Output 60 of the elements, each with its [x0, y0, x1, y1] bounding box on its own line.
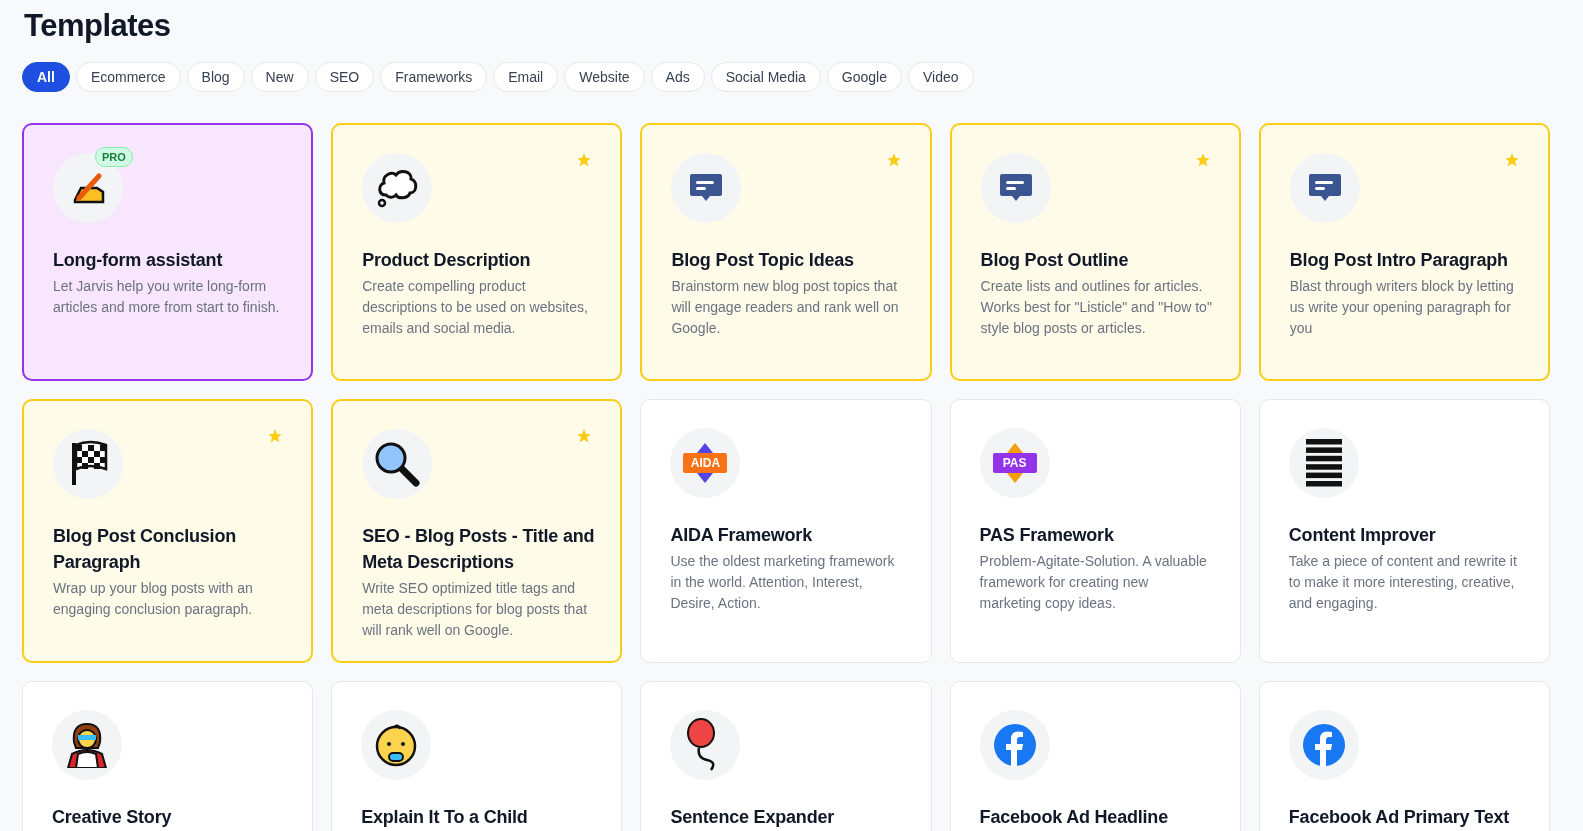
template-card[interactable]: SEO - Blog Posts - Title and Meta Descriptions Write SEO optimized title tags and meta descriptions for blog posts that will rank well on Google.	[331, 399, 623, 663]
card-title: AIDA Framework	[670, 524, 813, 547]
template-card[interactable]: Facebook Ad Primary Text	[1258, 681, 1550, 831]
magnifier-icon	[374, 441, 421, 487]
template-card[interactable]: Blog Post Conclusion Paragraph Wrap up your blog posts with an engaging conclusion paragraph.	[22, 399, 314, 663]
card-description: Create lists and outlines for articles. Works best for "Listicle" and "How to" style blog posts or articles.	[980, 277, 1213, 338]
template-card[interactable]: AIDA AIDA Framework Use the oldest marketing framework in the world. Attention, Interest, Desire, Action.	[640, 399, 932, 663]
filter-chip[interactable]: SEO	[314, 62, 375, 92]
card-title: SEO - Blog Posts - Title and Meta Descriptions	[362, 525, 596, 574]
card-description: Blast through writers block by letting us write your opening paragraph for you	[1289, 277, 1515, 338]
card-title: Facebook Ad Headline	[979, 806, 1169, 829]
facebook-logo-icon	[993, 724, 1036, 766]
card-title: Content Improver	[1288, 524, 1437, 547]
template-card[interactable]: Sentence Expander	[640, 681, 932, 831]
card-description: Let Jarvis help you write long-form articles and more from start to finish.	[53, 277, 281, 317]
card-description: Create compelling product descriptions to be used on websites, emails and social media.	[362, 277, 589, 338]
template-card[interactable]: Blog Post Topic Ideas Brainstorm new blog post topics that will engage readers and rank well on Google.	[640, 123, 932, 381]
filter-chip[interactable]: Website	[564, 62, 645, 92]
filter-chip[interactable]: Email	[493, 62, 559, 92]
filter-chip[interactable]: Social Media	[710, 62, 821, 92]
page-title: Templates	[24, 7, 172, 45]
card-title: PAS Framework	[979, 524, 1115, 547]
template-card[interactable]: Explain It To a Child	[331, 681, 623, 831]
card-description: Write SEO optimized title tags and meta descriptions for blog posts that will rank well on Google.	[362, 579, 589, 640]
card-title: Facebook Ad Primary Text	[1288, 806, 1511, 829]
card-description: Use the oldest marketing framework in the world. Attention, Interest, Desire, Action.	[670, 552, 896, 613]
template-card[interactable]: Content Improver Take a piece of content and rewrite it to make it more interesting, creative, and engaging.	[1258, 399, 1550, 663]
card-title: Long-form assistant	[53, 249, 224, 272]
template-card[interactable]: Facebook Ad Headline	[949, 681, 1241, 831]
stacked-lines-icon	[1305, 439, 1342, 487]
card-title: Blog Post Intro Paragraph	[1289, 249, 1509, 272]
pro-badge: PRO	[95, 147, 133, 167]
card-description: Wrap up your blog posts with an engaging conclusion paragraph.	[53, 579, 254, 619]
filter-chip[interactable]: All	[22, 62, 70, 92]
filter-chip[interactable]: Ecommerce	[75, 62, 181, 92]
card-title: Blog Post Outline	[980, 249, 1130, 272]
baby-face-icon	[374, 723, 419, 767]
card-title: Explain It To a Child	[361, 806, 529, 829]
filter-chip[interactable]: Ads	[650, 62, 705, 92]
card-title: Blog Post Topic Ideas	[671, 249, 855, 272]
filter-chip[interactable]: Blog	[186, 62, 245, 92]
filter-chip[interactable]: New	[250, 62, 309, 92]
card-title: Sentence Expander	[670, 806, 836, 829]
template-card[interactable]: Product Description Create compelling product descriptions to be used on websites, emails and social media.	[331, 123, 623, 381]
filter-chip[interactable]: Video	[908, 62, 974, 92]
card-title: Product Description	[362, 249, 532, 272]
template-card[interactable]: PRO Long-form assistant Let Jarvis help you write long-form articles and more from start to finish.	[22, 123, 314, 381]
superhero-figure-icon	[64, 722, 110, 768]
template-card[interactable]: PAS PAS Framework Problem-Agitate-Solution. A valuable framework for creating new marketing copy ideas.	[949, 399, 1241, 663]
facebook-logo-icon	[1302, 724, 1345, 766]
filter-chip[interactable]: Frameworks	[380, 62, 488, 92]
filter-chip[interactable]: Google	[826, 62, 902, 92]
template-card[interactable]: Creative Story	[22, 681, 314, 831]
card-title: Blog Post Conclusion Paragraph	[53, 525, 237, 574]
card-title: Creative Story	[52, 806, 173, 829]
card-description: Take a piece of content and rewrite it to make it more interesting, creative, and engaging.	[1288, 552, 1518, 613]
card-description: Problem-Agitate-Solution. A valuable framework for creating new marketing copy ideas.	[979, 552, 1208, 613]
template-card[interactable]: Blog Post Intro Paragraph Blast through writers block by letting us write your opening paragraph for you	[1258, 123, 1550, 381]
template-card[interactable]: Blog Post Outline Create lists and outlines for articles. Works best for "Listicle" and "How to" style blog posts or articles.	[949, 123, 1241, 381]
card-description: Brainstorm new blog post topics that will engage readers and rank well on Google.	[671, 277, 900, 338]
